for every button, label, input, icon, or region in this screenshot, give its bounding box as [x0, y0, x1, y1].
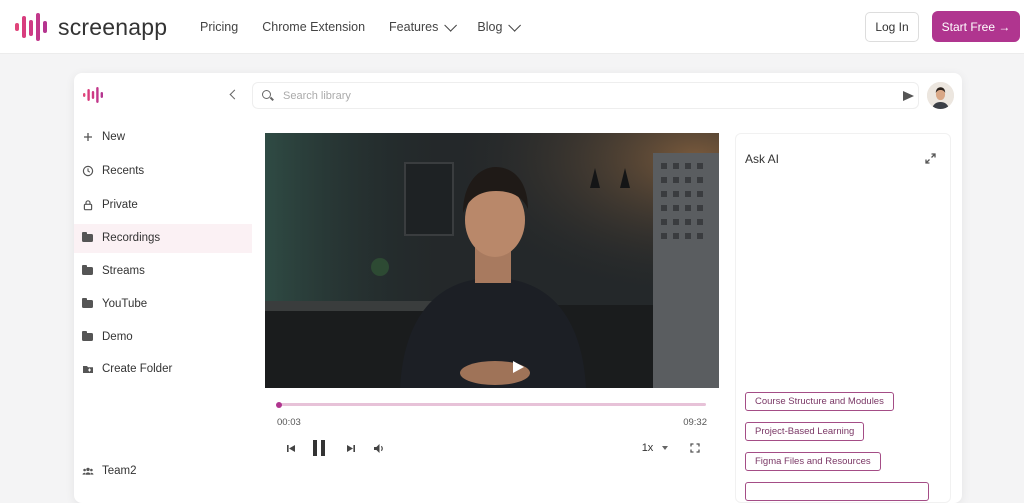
sidebar-item-create-folder[interactable]: Create Folder: [74, 355, 252, 384]
playback-speed-select[interactable]: 1x: [638, 441, 672, 455]
video-player[interactable]: [265, 133, 719, 388]
nav-pricing-label: Pricing: [200, 20, 239, 34]
nav-pricing[interactable]: Pricing: [200, 20, 238, 34]
sidebar-item-streams[interactable]: Streams: [74, 257, 252, 286]
sidebar-item-recordings[interactable]: Recordings: [74, 224, 252, 253]
sidebar-item-label: Private: [102, 199, 138, 211]
sidebar-item-label: Recordings: [102, 232, 161, 244]
app-window: New Recents Private Recordings Streams Y…: [74, 73, 962, 503]
search-bar: [252, 82, 919, 109]
sidebar: New Recents Private Recordings Streams Y…: [74, 73, 252, 503]
current-time: 00:03: [277, 417, 301, 428]
nav-blog[interactable]: Blog: [477, 18, 522, 34]
sidebar-item-demo[interactable]: Demo: [74, 323, 252, 352]
sidebar-item-label: Demo: [102, 331, 133, 343]
plus-icon: [84, 133, 92, 141]
search-input[interactable]: [283, 88, 843, 104]
sidebar-item-recents[interactable]: Recents: [74, 157, 252, 186]
sidebar-item-team[interactable]: Team2: [74, 457, 252, 486]
screenapp-logo[interactable]: screenapp: [14, 11, 167, 43]
suggestion-chip[interactable]: Course Structure and Modules: [745, 392, 894, 411]
sidebar-item-label: Streams: [102, 265, 145, 277]
volume-button[interactable]: [372, 441, 386, 455]
nav-features[interactable]: Features: [389, 18, 458, 34]
skip-back-button[interactable]: [285, 441, 297, 455]
suggestion-chip[interactable]: Project-Based Learning: [745, 422, 865, 441]
logo-waveform-icon: [83, 87, 103, 103]
progress-bar[interactable]: [276, 401, 706, 408]
sidebar-item-label: YouTube: [102, 298, 148, 310]
play-icon[interactable]: [511, 360, 525, 374]
logo-waveform-icon: [15, 13, 47, 41]
main-nav: Pricing Chrome Extension Features Blog: [200, 0, 541, 54]
skip-back-icon: [286, 444, 295, 452]
chevron-down-icon: [444, 18, 458, 32]
suggestion-chip[interactable]: Figma Files and Resources: [745, 452, 881, 471]
player-controls: 00:03 09:32 1x: [265, 388, 719, 473]
pause-button[interactable]: [311, 440, 327, 456]
sidebar-item-new[interactable]: New: [74, 123, 252, 152]
search-icon: [262, 90, 271, 99]
clock-icon: [82, 165, 94, 177]
team-icon: [82, 467, 94, 475]
pause-icon: [313, 440, 325, 456]
top-navbar: screenapp Pricing Chrome Extension Featu…: [0, 0, 1024, 54]
user-avatar[interactable]: [927, 82, 954, 109]
sidebar-logo[interactable]: [83, 87, 107, 108]
lock-icon: [83, 200, 93, 211]
sidebar-item-youtube[interactable]: YouTube: [74, 290, 252, 319]
sidebar-item-private[interactable]: Private: [74, 191, 252, 220]
folder-icon: [82, 265, 94, 277]
ask-ai-title: Ask AI: [745, 152, 780, 166]
nav-chrome-extension[interactable]: Chrome Extension: [262, 20, 365, 34]
fullscreen-icon: [690, 443, 700, 453]
fullscreen-button[interactable]: [689, 441, 701, 455]
start-free-button[interactable]: Start Free →: [932, 11, 1020, 42]
skip-forward-button[interactable]: [344, 441, 356, 455]
folder-icon: [82, 331, 94, 343]
login-button[interactable]: Log In: [865, 12, 919, 42]
sidebar-item-label: New: [102, 131, 126, 143]
chevron-down-icon: [508, 18, 522, 32]
expand-icon[interactable]: [925, 153, 936, 164]
video-frame: [265, 133, 719, 388]
folder-plus-icon: [83, 366, 93, 373]
nav-features-label: Features: [389, 20, 439, 34]
folder-icon: [82, 298, 94, 310]
send-icon[interactable]: [903, 91, 914, 101]
sidebar-item-label: Recents: [102, 165, 145, 177]
nav-chrome-extension-label: Chrome Extension: [262, 20, 366, 34]
caret-down-icon: [662, 446, 669, 450]
suggestion-chip[interactable]: [745, 482, 929, 501]
progress-handle[interactable]: [276, 401, 283, 408]
collapse-sidebar-chevron-icon[interactable]: [229, 89, 240, 100]
duration: 09:32: [683, 417, 707, 428]
volume-icon: [374, 443, 383, 453]
nav-blog-label: Blog: [477, 20, 503, 34]
ask-ai-panel: Ask AI Course Structure and Modules Proj…: [735, 133, 951, 503]
skip-forward-icon: [346, 444, 355, 452]
sidebar-item-label: Team2: [102, 465, 137, 477]
avatar-portrait-icon: [927, 82, 954, 109]
playback-speed-value: 1x: [641, 442, 654, 454]
brand-name: screenapp: [58, 13, 168, 40]
sidebar-item-label: Create Folder: [102, 363, 173, 375]
folder-icon: [82, 232, 94, 244]
